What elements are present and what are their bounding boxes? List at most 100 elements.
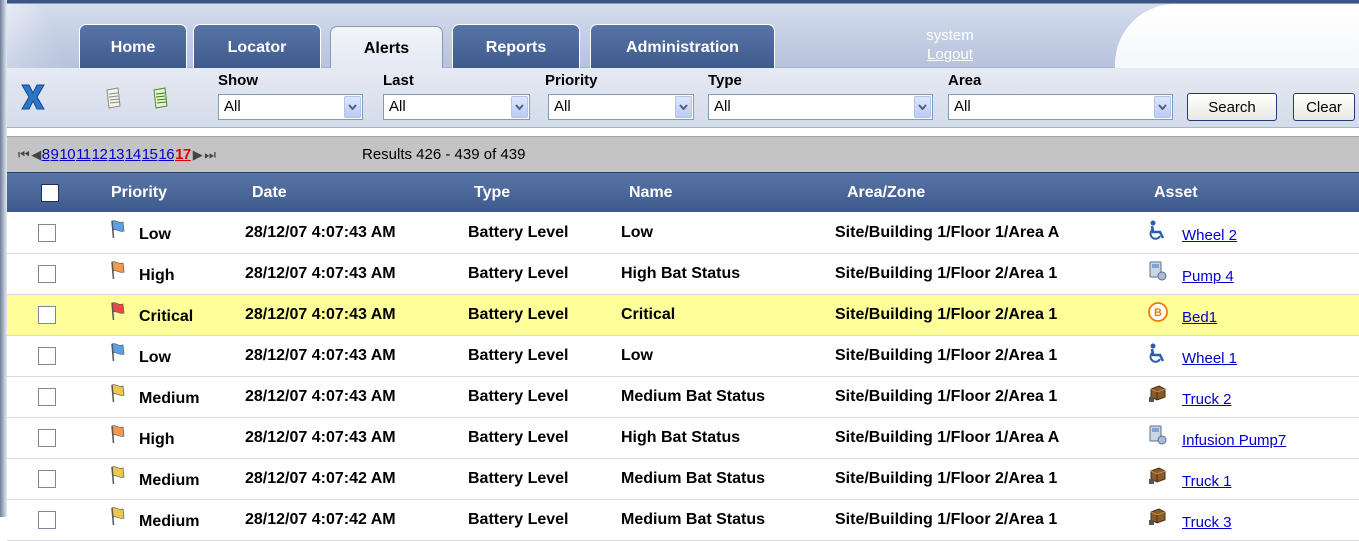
notepad-green-icon[interactable]	[150, 86, 170, 110]
table-row[interactable]: Medium 28/12/07 4:07:42 AM Battery Level Me…	[7, 500, 1359, 541]
asset-link[interactable]: Pump 4	[1182, 268, 1234, 285]
page-link-11[interactable]: 11	[76, 146, 91, 163]
table-row[interactable]: Medium 28/12/07 4:07:43 AM Battery Level Me…	[7, 377, 1359, 418]
user-box: system Logout	[880, 26, 1020, 64]
type-cell: Battery Level	[468, 265, 569, 282]
header-decoration-curve	[1115, 4, 1359, 68]
type-cell: Battery Level	[468, 470, 569, 487]
row-checkbox[interactable]	[38, 347, 56, 365]
last-page-icon[interactable]: ⏭	[204, 147, 216, 163]
row-checkbox[interactable]	[38, 265, 56, 283]
page-link-14[interactable]: 14	[125, 146, 141, 163]
row-checkbox[interactable]	[38, 511, 56, 529]
notepad-icon[interactable]	[103, 86, 123, 110]
table-row[interactable]: High 28/12/07 4:07:43 AM Battery Level High…	[7, 418, 1359, 459]
priority-flag-icon	[109, 465, 127, 485]
asset-link[interactable]: Truck 2	[1182, 391, 1231, 408]
tab-label: Administration	[626, 38, 739, 56]
priority-cell: High	[139, 267, 175, 284]
priority-label: Priority	[545, 72, 598, 89]
priority-flag-icon	[109, 506, 127, 526]
area-label: Area	[948, 72, 982, 89]
header-decoration	[7, 4, 77, 68]
asset-link[interactable]: Wheel 1	[1182, 350, 1237, 367]
asset-link[interactable]: Wheel 2	[1182, 227, 1237, 244]
asset-link[interactable]: Bed1	[1182, 309, 1217, 326]
date-cell: 28/12/07 4:07:43 AM	[245, 347, 396, 364]
page-link-10[interactable]: 10	[59, 146, 75, 163]
area-cell: Site/Building 1/Floor 1/Area A	[835, 224, 1060, 241]
logout-link[interactable]: Logout	[880, 45, 1020, 64]
truck-icon	[1147, 383, 1169, 405]
truck-icon	[1147, 506, 1169, 528]
tab-reports[interactable]: Reports	[452, 24, 580, 68]
asset-link[interactable]: Truck 1	[1182, 473, 1231, 490]
date-cell: 28/12/07 4:07:42 AM	[245, 470, 396, 487]
table-row[interactable]: Critical 28/12/07 4:07:43 AM Battery Level…	[7, 295, 1359, 336]
page-link-9[interactable]: 9	[51, 146, 59, 163]
tab-home[interactable]: Home	[79, 24, 187, 68]
area-cell: Site/Building 1/Floor 2/Area 1	[835, 306, 1058, 323]
tab-label: Reports	[485, 38, 547, 56]
show-select[interactable]: All	[218, 94, 363, 120]
area-cell: Site/Building 1/Floor 2/Area 1	[835, 347, 1058, 364]
asset-link[interactable]: Infusion Pump7	[1182, 432, 1286, 449]
col-header-date[interactable]: Date	[252, 184, 287, 202]
area-select[interactable]: All	[948, 94, 1173, 120]
priority-select[interactable]: All	[548, 94, 694, 120]
priority-flag-icon	[109, 219, 127, 239]
type-cell: Battery Level	[468, 388, 569, 405]
page-link-8[interactable]: 8	[42, 146, 50, 163]
table-row[interactable]: Low 28/12/07 4:07:43 AM Battery Level Low Si…	[7, 213, 1359, 254]
svg-text:B: B	[1154, 307, 1162, 319]
row-checkbox[interactable]	[38, 470, 56, 488]
page-link-12[interactable]: 12	[92, 146, 108, 163]
chevron-down-icon	[675, 96, 692, 118]
type-cell: Battery Level	[468, 224, 569, 241]
page-link-13[interactable]: 13	[108, 146, 124, 163]
col-header-area[interactable]: Area/Zone	[847, 184, 925, 202]
priority-cell: High	[139, 431, 175, 448]
window-left-border	[0, 0, 7, 517]
name-cell: Low	[621, 347, 653, 364]
page-link-15[interactable]: 15	[142, 146, 158, 163]
row-checkbox[interactable]	[38, 429, 56, 447]
wheelchair-icon	[1147, 342, 1169, 364]
tab-administration[interactable]: Administration	[590, 24, 775, 68]
page-link-16[interactable]: 16	[158, 146, 174, 163]
type-cell: Battery Level	[468, 306, 569, 323]
search-button[interactable]: Search	[1187, 93, 1277, 121]
table-row[interactable]: Low 28/12/07 4:07:43 AM Battery Level Low Si…	[7, 336, 1359, 377]
col-header-priority[interactable]: Priority	[111, 184, 167, 202]
priority-flag-icon	[109, 260, 127, 280]
table-row[interactable]: High 28/12/07 4:07:43 AM Battery Level High…	[7, 254, 1359, 295]
row-checkbox[interactable]	[38, 388, 56, 406]
last-select-value: All	[389, 98, 406, 115]
area-select-value: All	[954, 98, 971, 115]
tab-locator[interactable]: Locator	[193, 24, 321, 68]
next-page-icon[interactable]: ▶	[193, 147, 203, 163]
row-checkbox[interactable]	[38, 224, 56, 242]
date-cell: 28/12/07 4:07:42 AM	[245, 511, 396, 528]
last-select[interactable]: All	[383, 94, 530, 120]
table-row[interactable]: Medium 28/12/07 4:07:42 AM Battery Level Me…	[7, 459, 1359, 500]
name-cell: Medium Bat Status	[621, 470, 766, 487]
clear-button[interactable]: Clear	[1293, 93, 1355, 121]
tab-alerts[interactable]: Alerts	[330, 26, 443, 69]
pump-icon	[1147, 424, 1169, 446]
priority-cell: Medium	[139, 390, 200, 407]
prev-page-icon[interactable]: ◀	[31, 147, 41, 163]
tab-label: Locator	[227, 38, 287, 56]
col-header-asset[interactable]: Asset	[1154, 184, 1198, 202]
delete-x-icon[interactable]	[20, 82, 46, 112]
first-page-icon[interactable]: ⏮	[18, 147, 30, 163]
tab-label: Alerts	[363, 40, 410, 57]
row-checkbox[interactable]	[38, 306, 56, 324]
page-link-17[interactable]: 17	[175, 146, 191, 163]
username: system	[926, 27, 974, 44]
type-select[interactable]: All	[708, 94, 933, 120]
col-header-type[interactable]: Type	[474, 184, 510, 202]
bed-icon: B	[1147, 301, 1169, 323]
select-all-checkbox[interactable]	[41, 184, 59, 202]
col-header-name[interactable]: Name	[629, 184, 673, 202]
